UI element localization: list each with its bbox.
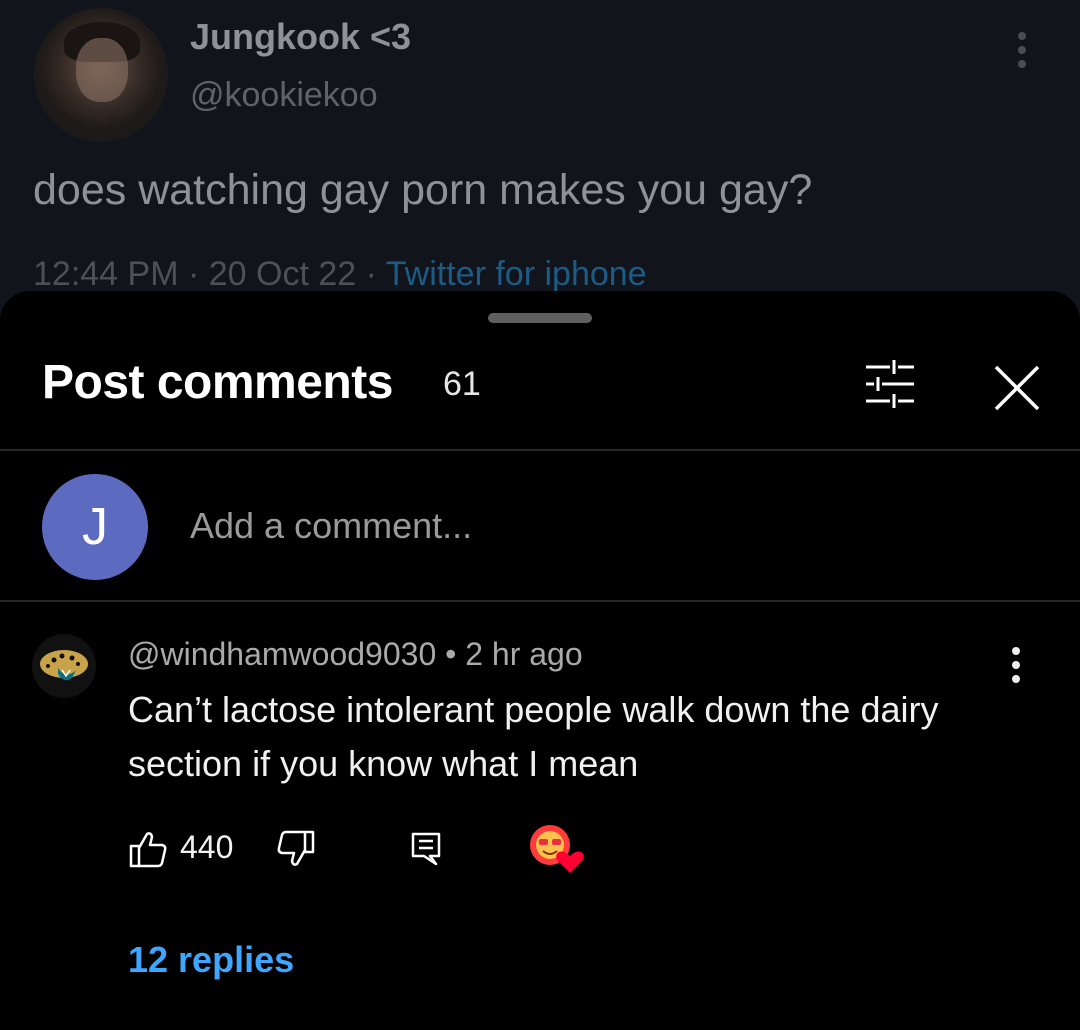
close-icon xyxy=(994,365,1040,411)
tweet-author-handle: @kookiekoo xyxy=(190,76,378,114)
drag-handle[interactable] xyxy=(488,313,592,323)
meta-separator: • xyxy=(436,636,466,672)
comment-icon xyxy=(411,832,441,866)
comment-time: 2 hr ago xyxy=(465,636,583,672)
comment-actions: 440 xyxy=(0,821,1080,881)
divider xyxy=(0,449,1080,451)
view-replies-link[interactable]: 12 replies xyxy=(128,939,294,981)
dislike-button[interactable] xyxy=(276,829,316,869)
commenter-avatar[interactable] xyxy=(32,634,96,698)
comment-author[interactable]: @windhamwood9030 xyxy=(128,636,436,672)
jaguar-logo-icon xyxy=(40,650,88,681)
thumb-down-icon xyxy=(277,830,315,866)
thumb-up-icon xyxy=(129,832,167,868)
tweet-text: does watching gay porn makes you gay? xyxy=(33,166,813,214)
tweet-source-link: Twitter for iphone xyxy=(385,255,647,293)
comment-meta: @windhamwood9030 • 2 hr ago xyxy=(128,636,583,673)
comment-count: 61 xyxy=(443,365,481,403)
creator-heart-icon xyxy=(530,825,584,873)
comment-text: Can’t lactose intolerant people walk dow… xyxy=(128,689,939,784)
current-user-avatar[interactable]: J xyxy=(42,474,148,580)
tweet-avatar xyxy=(34,8,168,142)
background-tweet: Jungkook <3 @kookiekoo does watching gay… xyxy=(0,0,1080,320)
tweet-meta: 12:44 PM · 20 Oct 22 · Twitter for iphon… xyxy=(33,255,647,294)
close-button[interactable] xyxy=(990,361,1044,415)
reply-button[interactable] xyxy=(410,831,442,867)
like-count: 440 xyxy=(180,829,234,865)
filter-icon xyxy=(866,360,914,408)
divider xyxy=(0,600,1080,602)
tweet-author-name: Jungkook <3 xyxy=(190,16,412,57)
more-vert-icon xyxy=(1016,32,1028,72)
panel-title: Post comments xyxy=(42,356,393,409)
creator-heart[interactable] xyxy=(528,823,586,877)
comments-sheet: Post comments 61 J @windhamwood9030 • 2 xyxy=(0,291,1080,1030)
comment-more-button[interactable] xyxy=(1008,647,1024,691)
add-comment-input[interactable] xyxy=(190,505,790,547)
filter-button[interactable] xyxy=(860,357,920,413)
like-button[interactable] xyxy=(128,829,168,869)
tweet-timestamp: 12:44 PM · 20 Oct 22 · xyxy=(33,255,386,293)
